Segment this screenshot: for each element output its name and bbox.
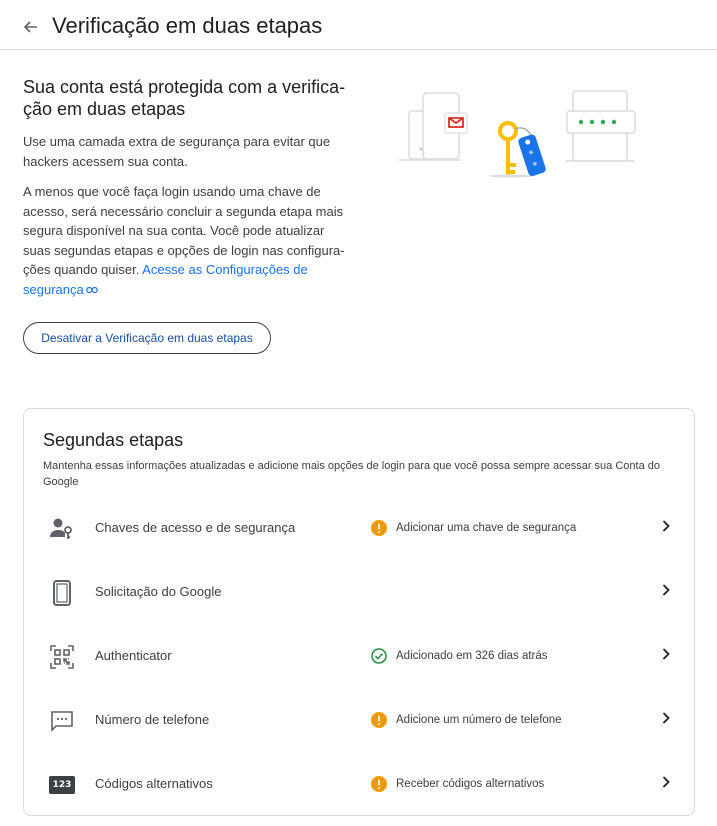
step-status: Adicionar uma chave de segurança xyxy=(371,518,576,538)
step-row-backup-codes[interactable]: 123 Códigos alternativos Receber códigos… xyxy=(24,752,694,816)
second-steps-title: Segundas etapas xyxy=(43,430,184,450)
step-status: Adicionado em 326 dias atrás xyxy=(371,646,548,666)
step-label: Número de telefone xyxy=(95,712,210,727)
status-text: Adicionado em 326 dias atrás xyxy=(396,650,548,662)
chevron-right-icon xyxy=(660,647,672,661)
status-text: Receber códigos alternativos xyxy=(396,778,545,790)
step-status: Receber códigos alternativos xyxy=(371,774,544,794)
step-row-authenticator[interactable]: Authenticator Adicionado em 326 dias atr… xyxy=(24,624,694,688)
chevron-right-icon xyxy=(660,775,672,789)
second-steps-card: Segundas etapas Mantenha essas informaçõ… xyxy=(23,408,695,816)
back-arrow-icon[interactable] xyxy=(18,15,42,39)
qr-code-icon xyxy=(49,644,75,670)
chevron-right-icon xyxy=(660,711,672,725)
security-illustration: * * xyxy=(395,85,645,185)
step-row-google-prompt[interactable]: Solicitação do Google xyxy=(24,560,694,624)
top-bar: Verificação em duas etapas xyxy=(0,0,717,50)
message-icon xyxy=(49,708,75,734)
status-text: Adicionar uma chave de segurança xyxy=(396,522,577,534)
step-label: Códigos alternativos xyxy=(95,776,213,791)
link-icon xyxy=(85,280,98,300)
check-circle-icon xyxy=(371,648,387,664)
passkey-icon xyxy=(49,516,75,542)
disable-2sv-button[interactable]: Desativar a Verificação em duas etapas xyxy=(23,322,271,354)
warning-icon xyxy=(371,520,387,536)
step-label: Authenticator xyxy=(95,648,172,663)
hero-heading: Sua conta está protegida com a verifica-… xyxy=(23,77,346,119)
step-row-phone-number[interactable]: Número de telefone Adicione um número de… xyxy=(24,688,694,752)
step-label: Chaves de acesso e de segurança xyxy=(95,520,296,535)
backup-codes-icon: 123 xyxy=(49,772,75,798)
intro-paragraph: Use uma camada extra de segurança para e… xyxy=(23,134,331,169)
step-status: Adicione um número de telefone xyxy=(371,710,562,730)
chevron-right-icon xyxy=(660,583,672,597)
backup-codes-icon-text: 123 xyxy=(49,776,75,794)
phone-device-icon xyxy=(49,580,75,606)
page-title: Verificação em duas etapas xyxy=(52,13,323,38)
step-label: Solicitação do Google xyxy=(95,584,222,599)
second-steps-subtitle: Mantenha essas informações atualizadas e… xyxy=(43,460,660,488)
status-text: Adicione um número de telefone xyxy=(396,714,562,726)
warning-icon xyxy=(371,776,387,792)
details-paragraph: A menos que você faça login usando uma c… xyxy=(23,182,353,300)
chevron-right-icon xyxy=(660,519,672,533)
step-row-passkeys[interactable]: Chaves de acesso e de segurança Adiciona… xyxy=(24,496,694,560)
warning-icon xyxy=(371,712,387,728)
